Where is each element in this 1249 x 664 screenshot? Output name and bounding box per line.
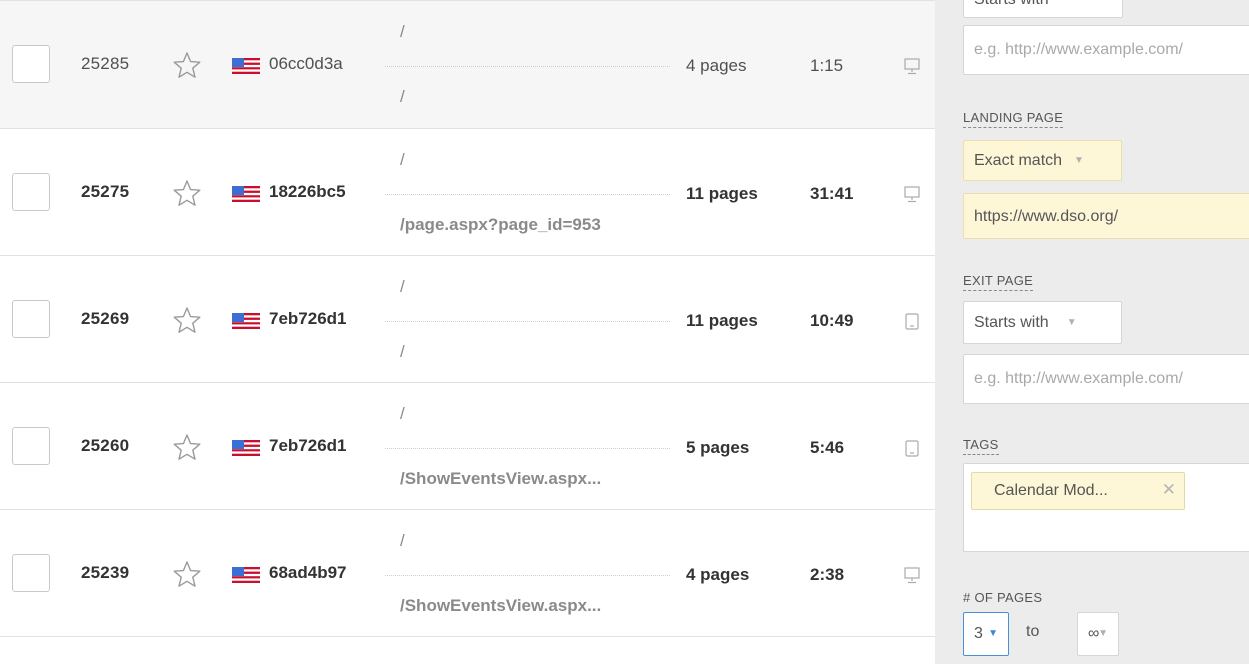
star-icon[interactable]	[172, 179, 202, 207]
table-row[interactable]: 25239 68ad4b97 / /ShowEventsView.aspx...…	[0, 510, 935, 637]
chevron-down-icon: ▼	[1066, 317, 1077, 329]
table-row[interactable]: 25269 7eb726d1 / / 11 pages 10:49	[0, 256, 935, 383]
exit-page-url-input[interactable]: e.g. http://www.example.com/	[963, 354, 1249, 404]
select-value: Starts with	[974, 0, 1049, 8]
tags-input[interactable]: Calendar Mod... ✕	[963, 463, 1249, 552]
tags-label: TAGS	[963, 437, 999, 455]
label-text: EXIT PAGE	[963, 273, 1034, 291]
visitor-id[interactable]: 7eb726d1	[269, 436, 347, 456]
filter-sidebar: Starts with e.g. http://www.example.com/…	[935, 0, 1249, 664]
duration: 31:41	[810, 184, 854, 203]
page-path-divider	[385, 321, 670, 322]
tag-chip[interactable]: Calendar Mod... ✕	[971, 472, 1185, 510]
page-path-divider	[385, 194, 670, 195]
exit-page: /ShowEventsView.aspx...	[400, 596, 602, 615]
exit-page-label: EXIT PAGE	[963, 273, 1034, 291]
recording-id: 25260	[81, 436, 130, 455]
label-text: LANDING PAGE	[963, 110, 1064, 128]
page-path-divider	[385, 66, 670, 67]
label-text: # OF PAGES	[963, 590, 1043, 605]
desktop-icon	[904, 567, 920, 584]
exit-page: /page.aspx?page_id=953	[400, 215, 601, 234]
entry-page: /	[400, 277, 405, 296]
row-checkbox[interactable]	[12, 45, 50, 83]
page-count: 4 pages	[686, 56, 747, 75]
row-checkbox[interactable]	[12, 173, 50, 211]
duration: 5:46	[810, 438, 845, 457]
star-icon[interactable]	[172, 560, 202, 588]
recording-id: 25239	[81, 563, 130, 582]
us-flag-icon	[232, 58, 260, 74]
select-value: Exact match	[974, 152, 1063, 169]
exit-page: /	[400, 87, 405, 106]
us-flag-icon	[232, 186, 260, 202]
select-value: 3	[974, 625, 983, 642]
page-count: 11 pages	[686, 184, 758, 203]
duration: 2:38	[810, 565, 845, 584]
filter-url-input[interactable]: e.g. http://www.example.com/	[963, 25, 1249, 75]
input-placeholder: e.g. http://www.example.com/	[974, 41, 1183, 58]
exit-page-match-select[interactable]: Starts with ▼	[963, 301, 1122, 344]
chevron-down-icon: ▼	[1098, 628, 1108, 639]
num-pages-label: # OF PAGES	[963, 590, 1042, 605]
visitor-id[interactable]: 68ad4b97	[269, 563, 347, 583]
duration: 10:49	[810, 311, 854, 330]
table-row[interactable]: 25275 18226bc5 / /page.aspx?page_id=953 …	[0, 129, 935, 256]
entry-page: /	[400, 531, 405, 550]
visitor-id[interactable]: 06cc0d3a	[269, 54, 343, 74]
us-flag-icon	[232, 567, 260, 583]
entry-page: /	[400, 22, 405, 41]
recording-id: 25285	[81, 54, 130, 73]
exit-page: /ShowEventsView.aspx...	[400, 469, 602, 488]
visitor-id[interactable]: 7eb726d1	[269, 309, 347, 329]
landing-page-url-input[interactable]: https://www.dso.org/	[963, 193, 1249, 239]
page-path-divider	[385, 448, 670, 449]
tablet-icon	[905, 313, 919, 330]
visitor-id[interactable]: 18226bc5	[269, 182, 346, 202]
input-placeholder: e.g. http://www.example.com/	[974, 370, 1183, 387]
star-icon[interactable]	[172, 306, 202, 334]
select-value: Starts with	[974, 314, 1049, 331]
row-checkbox[interactable]	[12, 300, 50, 338]
duration: 1:15	[810, 56, 844, 75]
row-checkbox[interactable]	[12, 554, 50, 592]
desktop-icon	[904, 186, 920, 203]
label-text: TAGS	[963, 437, 999, 455]
star-icon[interactable]	[172, 51, 202, 79]
chevron-down-icon: ▼	[988, 628, 998, 639]
filter-match-select[interactable]: Starts with	[963, 0, 1123, 18]
table-row[interactable]: 25260 7eb726d1 / /ShowEventsView.aspx...…	[0, 383, 935, 510]
page-count: 5 pages	[686, 438, 750, 457]
desktop-icon	[904, 58, 920, 75]
entry-page: /	[400, 404, 405, 423]
num-pages-from-select[interactable]: 3 ▼	[963, 612, 1009, 656]
tag-label: Calendar Mod...	[994, 482, 1108, 499]
landing-page-match-select[interactable]: Exact match ▼	[963, 140, 1122, 181]
chevron-down-icon: ▼	[1074, 155, 1084, 167]
landing-page-label: LANDING PAGE	[963, 110, 1064, 128]
num-pages-to-select[interactable]: ∞ ▼	[1077, 612, 1119, 656]
us-flag-icon	[232, 313, 260, 329]
page-count: 11 pages	[686, 311, 758, 330]
recording-id: 25269	[81, 309, 130, 328]
row-checkbox[interactable]	[12, 427, 50, 465]
input-value: https://www.dso.org/	[974, 208, 1119, 225]
entry-page: /	[400, 150, 405, 169]
star-icon[interactable]	[172, 433, 202, 461]
recordings-table: 25285 06cc0d3a / / 4 pages 1:15 25275 18…	[0, 0, 935, 664]
table-row[interactable]: 25285 06cc0d3a / / 4 pages 1:15	[0, 0, 935, 129]
range-to-label: to	[1026, 623, 1040, 640]
tablet-icon	[905, 440, 919, 457]
page-count: 4 pages	[686, 565, 750, 584]
us-flag-icon	[232, 440, 260, 456]
close-icon[interactable]: ✕	[1162, 480, 1176, 500]
exit-page: /	[400, 342, 405, 361]
page-path-divider	[385, 575, 670, 576]
recording-id: 25275	[81, 182, 130, 201]
